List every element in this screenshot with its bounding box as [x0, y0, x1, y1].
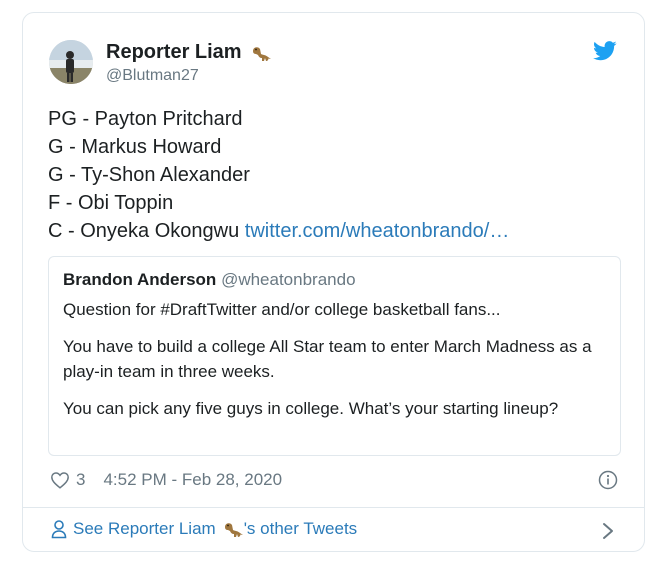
quoted-tweet-body: Question for #DraftTwitter and/or colleg… — [63, 297, 606, 421]
tweet-line: G - Ty-Shon Alexander — [48, 164, 250, 186]
tweet-link[interactable]: twitter.com/wheatonbrando/… — [245, 220, 510, 242]
quoted-paragraph: You have to build a college All Star tea… — [63, 337, 592, 381]
see-other-tweets-prefix: See Reporter Liam — [73, 519, 216, 538]
chevron-right-icon[interactable] — [602, 522, 614, 540]
quoted-author-name: Brandon Anderson — [63, 270, 217, 289]
info-icon[interactable] — [598, 470, 618, 490]
quoted-paragraph: Question for #DraftTwitter and/or colleg… — [63, 300, 501, 319]
tweet-line: C - Onyeka Okongwu — [48, 220, 240, 242]
author-name-text: Reporter Liam — [106, 41, 242, 63]
like-count[interactable]: 3 — [76, 470, 85, 490]
quoted-paragraph: You can pick any five guys in college. W… — [63, 399, 559, 418]
tweet-text: PG - Payton Pritchard G - Markus Howard … — [48, 105, 509, 245]
tweet-line: G - Markus Howard — [48, 136, 222, 158]
dinosaur-emoji-icon — [252, 46, 271, 61]
avatar-image — [49, 40, 93, 84]
twitter-bird-icon[interactable] — [593, 41, 617, 61]
tweet-meta: 3 4:52 PM - Feb 28, 2020 — [50, 470, 282, 490]
dinosaur-emoji-icon — [224, 523, 243, 537]
quoted-tweet-header: Brandon Anderson @wheatonbrando — [63, 269, 606, 291]
author-name[interactable]: Reporter Liam — [106, 41, 272, 64]
person-icon — [51, 520, 67, 539]
quoted-tweet[interactable]: Brandon Anderson @wheatonbrando Question… — [48, 256, 621, 456]
tweet-line: PG - Payton Pritchard — [48, 108, 243, 130]
see-other-tweets-link[interactable]: See Reporter Liam 's other Tweets — [51, 518, 357, 540]
tweet-timestamp[interactable]: 4:52 PM - Feb 28, 2020 — [103, 470, 282, 490]
tweet-line: F - Obi Toppin — [48, 192, 174, 214]
embedded-tweet-card: Reporter Liam @Blutman27 PG - Payton Pri… — [22, 12, 645, 552]
heart-icon[interactable] — [50, 471, 70, 489]
tweet-line-with-link: C - Onyeka Okongwu twitter.com/wheatonbr… — [48, 217, 509, 245]
avatar[interactable] — [49, 40, 93, 84]
see-other-tweets-suffix: 's other Tweets — [243, 519, 358, 538]
quoted-author-handle: @wheatonbrando — [221, 270, 356, 289]
author-handle[interactable]: @Blutman27 — [106, 67, 199, 85]
divider — [23, 507, 644, 508]
